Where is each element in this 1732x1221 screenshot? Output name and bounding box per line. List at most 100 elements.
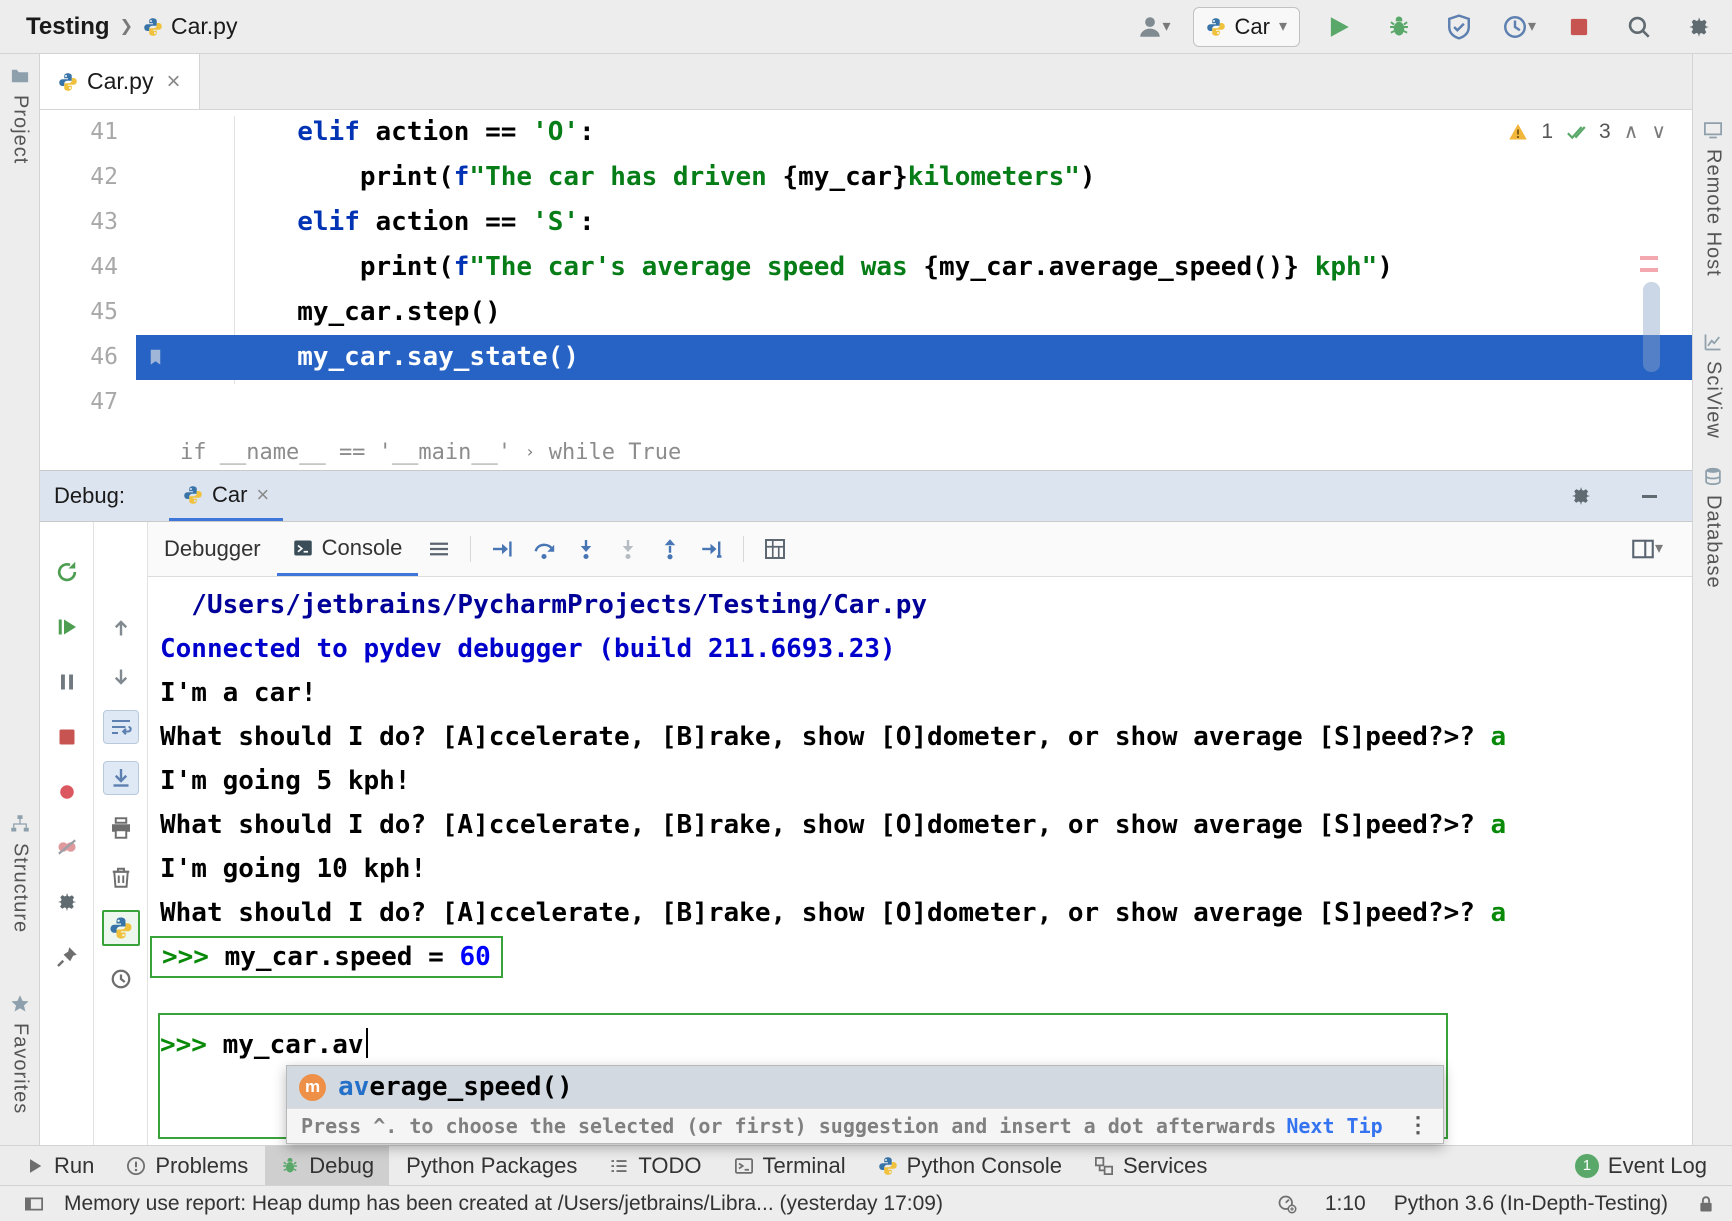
bookmark-icon[interactable] bbox=[146, 345, 165, 370]
debug-button[interactable] bbox=[1382, 11, 1416, 43]
clear-console-button[interactable] bbox=[104, 861, 138, 893]
completion-hint: Press ^. to choose the selected (or firs… bbox=[301, 1114, 1276, 1138]
toolbar-debug[interactable]: Debug bbox=[265, 1146, 389, 1185]
breadcrumb-while[interactable]: while True bbox=[549, 440, 681, 465]
hide-tool-window-button[interactable] bbox=[1632, 480, 1666, 512]
pause-button[interactable] bbox=[50, 666, 84, 698]
line-number[interactable]: 47 bbox=[40, 380, 118, 425]
view-options-button[interactable] bbox=[422, 533, 456, 565]
lock-icon[interactable] bbox=[1696, 1194, 1716, 1214]
prev-problem-icon[interactable]: ∧ bbox=[1624, 122, 1639, 142]
debug-settings-button[interactable] bbox=[1564, 480, 1598, 512]
line-number[interactable]: 41 bbox=[40, 110, 118, 155]
tool-window-button-remote-host[interactable]: Remote Host bbox=[1693, 120, 1732, 277]
code-text: print(f"The car's average speed was {my_… bbox=[172, 245, 1393, 290]
toolbar-todo[interactable]: TODO bbox=[594, 1146, 716, 1185]
tool-window-button-sciview[interactable]: SciView bbox=[1693, 332, 1732, 439]
step-over-button[interactable] bbox=[527, 533, 561, 565]
step-into-button[interactable] bbox=[569, 533, 603, 565]
view-breakpoints-button[interactable] bbox=[50, 776, 84, 808]
status-widget-icon[interactable] bbox=[1277, 1194, 1297, 1214]
next-tip-link[interactable]: Next Tip bbox=[1286, 1114, 1382, 1138]
stop-button[interactable] bbox=[1562, 11, 1596, 43]
python-interpreter[interactable]: Python 3.6 (In-Depth-Testing) bbox=[1394, 1192, 1668, 1216]
tool-window-button-structure[interactable]: Structure bbox=[0, 814, 40, 933]
code-line-45[interactable]: 45 my_car.step() bbox=[40, 290, 1692, 335]
step-out-button[interactable] bbox=[653, 533, 687, 565]
toolbar-event-log[interactable]: 1Event Log bbox=[1560, 1146, 1722, 1185]
search-everywhere-button[interactable] bbox=[1622, 11, 1656, 43]
evaluate-expression-button[interactable] bbox=[758, 533, 792, 565]
next-occurrence-button[interactable] bbox=[104, 661, 138, 693]
mute-breakpoints-button[interactable] bbox=[50, 831, 84, 863]
file-breadcrumb[interactable]: Car.py bbox=[143, 13, 237, 40]
project-name[interactable]: Testing bbox=[26, 13, 110, 41]
show-execution-point-button[interactable] bbox=[485, 533, 519, 565]
close-icon[interactable]: × bbox=[166, 68, 180, 96]
toolbar-problems[interactable]: Problems bbox=[111, 1146, 263, 1185]
line-number[interactable]: 46 bbox=[40, 335, 118, 380]
tab-console[interactable]: Console bbox=[277, 522, 419, 576]
resume-button[interactable] bbox=[50, 611, 84, 643]
python-icon bbox=[183, 485, 203, 505]
user-menu-button[interactable]: ▾ bbox=[1137, 11, 1171, 43]
code-line-47[interactable]: 47 bbox=[40, 380, 1692, 425]
toolbar-services[interactable]: Services bbox=[1079, 1146, 1222, 1185]
show-python-prompt-button[interactable] bbox=[102, 910, 140, 946]
step-into-my-code-button[interactable] bbox=[611, 533, 645, 565]
line-number[interactable]: 42 bbox=[40, 155, 118, 200]
completion-popup: m average_speed() Press ^. to choose the… bbox=[286, 1065, 1444, 1144]
code-line-43[interactable]: 43 elif action == 'S': bbox=[40, 200, 1692, 245]
code-line-41[interactable]: 41 elif action == 'O': bbox=[40, 110, 1692, 155]
profiler-button[interactable]: ▾ bbox=[1502, 11, 1536, 43]
code-line-44[interactable]: 44 print(f"The car's average speed was {… bbox=[40, 245, 1692, 290]
checkmark-icon bbox=[1566, 122, 1586, 142]
run-button[interactable] bbox=[1322, 11, 1356, 43]
code-line-42[interactable]: 42 print(f"The car has driven {my_car}ki… bbox=[40, 155, 1692, 200]
prev-occurrence-button[interactable] bbox=[104, 612, 138, 644]
tab-debugger[interactable]: Debugger bbox=[148, 522, 277, 576]
code-editor[interactable]: 41 elif action == 'O':42 print(f"The car… bbox=[40, 110, 1692, 434]
editor-tab-carpy[interactable]: Car.py × bbox=[40, 54, 200, 109]
line-number[interactable]: 44 bbox=[40, 245, 118, 290]
soft-wrap-button[interactable] bbox=[103, 710, 139, 744]
line-number[interactable]: 43 bbox=[40, 200, 118, 245]
next-problem-icon[interactable]: ∨ bbox=[1651, 122, 1666, 142]
tool-window-button-database[interactable]: Database bbox=[1693, 466, 1732, 589]
run-to-cursor-button[interactable] bbox=[695, 533, 729, 565]
layout-settings-button[interactable]: ▾ bbox=[1630, 533, 1664, 565]
toolbar-run[interactable]: Run bbox=[10, 1146, 109, 1185]
breadcrumb-main[interactable]: if __name__ == '__main__' bbox=[180, 440, 511, 465]
toolbar-python-packages[interactable]: Python Packages bbox=[391, 1146, 592, 1185]
console-output: /Users/jetbrains/PycharmProjects/Testing… bbox=[160, 583, 1692, 1067]
toolbar-terminal[interactable]: Terminal bbox=[719, 1146, 861, 1185]
debug-session-tab[interactable]: Car × bbox=[169, 471, 283, 521]
completion-item[interactable]: m average_speed() bbox=[287, 1066, 1443, 1108]
toolbar-python-console[interactable]: Python Console bbox=[863, 1146, 1077, 1185]
console-history-button[interactable] bbox=[104, 963, 138, 995]
caret-position[interactable]: 1:10 bbox=[1325, 1192, 1366, 1216]
run-config-select[interactable]: Car ▾ bbox=[1193, 7, 1300, 47]
settings-button[interactable] bbox=[1682, 11, 1716, 43]
coverage-button[interactable] bbox=[1442, 11, 1476, 43]
code-line-46[interactable]: 46 my_car.say_state() bbox=[40, 335, 1692, 380]
console-line-8: >>> my_car.speed = 60 bbox=[160, 935, 1692, 979]
tool-window-button-project[interactable]: Project bbox=[0, 66, 40, 164]
close-icon[interactable]: × bbox=[256, 482, 269, 508]
completion-match: av bbox=[338, 1072, 369, 1102]
pin-tab-button[interactable] bbox=[50, 941, 84, 973]
scroll-to-end-button[interactable] bbox=[103, 761, 139, 795]
debug-console[interactable]: /Users/jetbrains/PycharmProjects/Testing… bbox=[148, 577, 1692, 1145]
stop-process-button[interactable] bbox=[50, 721, 84, 753]
print-button[interactable] bbox=[104, 812, 138, 844]
tool-window-toggle-button[interactable] bbox=[20, 1188, 48, 1220]
debugger-settings-button[interactable] bbox=[50, 886, 84, 918]
toolbar-actions: ▾ Car ▾ ▾ bbox=[1133, 7, 1732, 47]
line-number[interactable]: 45 bbox=[40, 290, 118, 335]
rerun-button[interactable] bbox=[50, 556, 84, 588]
step-into-my-code-icon bbox=[616, 537, 640, 561]
inspections-widget[interactable]: 1 3 ∧ ∨ bbox=[1508, 120, 1666, 144]
editor-scrollbar[interactable] bbox=[1643, 282, 1660, 372]
kebab-menu-icon[interactable]: ⋮ bbox=[1407, 1115, 1429, 1137]
tool-window-button-favorites[interactable]: Favorites bbox=[0, 994, 40, 1114]
